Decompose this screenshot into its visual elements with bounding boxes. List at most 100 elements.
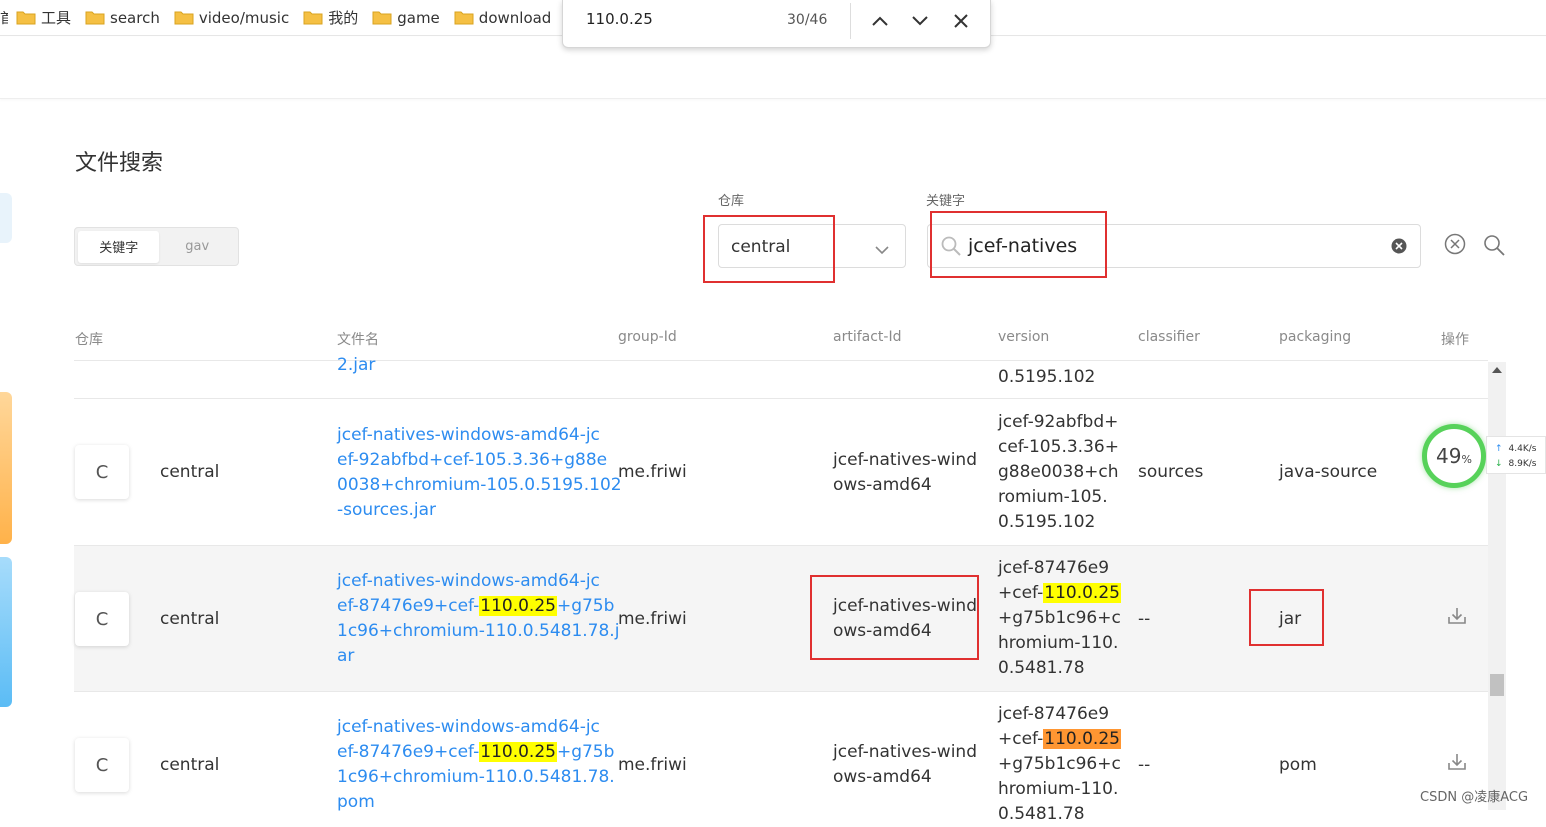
filename-link[interactable]: 2.jar xyxy=(337,353,375,378)
mode-keyword-option[interactable]: 关键字 xyxy=(78,230,160,263)
repo-select[interactable]: central xyxy=(718,224,906,268)
bookmark-label: 工具 xyxy=(41,9,72,27)
filename-link[interactable]: jcef-natives-windows-amd64-jc ef-87476e9… xyxy=(337,715,615,815)
version-line: romium-105. xyxy=(998,487,1108,507)
col-header-group-id: group-Id xyxy=(618,329,677,345)
find-highlight: 110.0.25 xyxy=(1043,583,1121,603)
keyword-input-value: jcef-natives xyxy=(968,235,1078,257)
bookmark-label: search xyxy=(110,8,160,27)
artifact-line: jcef-natives-wind xyxy=(833,450,978,470)
bookmark-mine[interactable]: 我的 xyxy=(303,7,358,28)
table-row: C central jcef-natives-windows-amd64-jc … xyxy=(74,399,1488,546)
find-bar: 30/46 xyxy=(562,0,991,48)
repo-cell: central xyxy=(160,462,220,482)
col-header-classifier: classifier xyxy=(1138,329,1200,345)
repo-avatar: C xyxy=(75,592,129,646)
repo-cell: central xyxy=(160,609,220,629)
close-icon xyxy=(954,14,968,28)
version-fragment: +cef- xyxy=(998,583,1044,603)
find-divider xyxy=(850,3,851,39)
mode-gav-option[interactable]: gav xyxy=(159,231,235,263)
side-widget-tab[interactable] xyxy=(0,193,12,243)
find-previous-button[interactable] xyxy=(866,8,894,34)
table-row: C central jcef-natives-windows-amd64-jc … xyxy=(74,546,1488,692)
group-id-cell: me.friwi xyxy=(618,462,687,482)
bookmark-label: video/music xyxy=(198,8,290,27)
bookmark-cut-off[interactable]: 首 xyxy=(0,8,8,28)
repo-select-value: central xyxy=(731,237,791,257)
bookmark-search[interactable]: search xyxy=(85,9,160,27)
col-header-artifact-id: artifact-Id xyxy=(833,329,902,345)
upload-arrow-icon: ↑ xyxy=(1495,444,1503,454)
network-speed-widget[interactable]: 49% ↑ 4.4K/s ↓ 8.9K/s xyxy=(1422,424,1546,490)
search-button-icon[interactable] xyxy=(1482,233,1506,261)
repo-cell: central xyxy=(160,755,220,775)
download-speed: 8.9K/s xyxy=(1508,459,1537,469)
artifact-id-cell: jcef-natives-wind ows-amd64 xyxy=(833,448,977,498)
find-next-button[interactable] xyxy=(906,8,934,34)
side-widget-tab[interactable] xyxy=(0,392,12,544)
repo-avatar: C xyxy=(75,738,129,792)
filename-fragment: ef-87476e9+cef- xyxy=(337,596,480,616)
download-icon[interactable] xyxy=(1447,752,1467,776)
filename-fragment: +g75b xyxy=(556,596,615,616)
version-line: +cef-110.0.25 xyxy=(998,727,1121,752)
version-line: 0.5481.78 xyxy=(998,658,1085,678)
find-highlight: 110.0.25 xyxy=(479,742,557,762)
bookmark-game[interactable]: game xyxy=(372,9,440,27)
keyword-input[interactable]: jcef-natives xyxy=(927,224,1421,268)
artifact-id-cell: jcef-natives-wind ows-amd64 xyxy=(833,740,977,790)
scrollbar-thumb[interactable] xyxy=(1490,674,1504,696)
filename-line: ef-87476e9+cef-110.0.25+g75b xyxy=(337,594,619,619)
version-line: +cef-110.0.25 xyxy=(998,581,1121,606)
bookmark-tools[interactable]: 工具 xyxy=(16,7,71,28)
artifact-line: jcef-natives-wind xyxy=(833,742,978,762)
packaging-cell: pom xyxy=(1279,755,1317,775)
version-line: jcef-87476e9 xyxy=(998,704,1110,724)
classifier-cell: sources xyxy=(1138,462,1204,482)
scroll-up-arrow-icon[interactable] xyxy=(1488,366,1506,380)
filename-line: 1c96+chromium-110.0.5481.78.j xyxy=(337,621,620,641)
filename-line: jcef-natives-windows-amd64-jc xyxy=(337,571,600,591)
version-cell: jcef-92abfbd+ cef-105.3.36+ g88e0038+ch … xyxy=(998,410,1119,535)
side-widget-tab[interactable] xyxy=(0,557,12,707)
find-close-button[interactable] xyxy=(947,8,975,34)
filename-link[interactable]: jcef-natives-windows-amd64-jc ef-92abfbd… xyxy=(337,423,622,523)
download-icon[interactable] xyxy=(1447,606,1467,630)
upload-speed: 4.4K/s xyxy=(1508,444,1537,454)
keyword-field-label: 关键字 xyxy=(926,194,966,209)
version-line: +g75b1c96+c xyxy=(998,754,1121,774)
filename-line: ar xyxy=(337,646,355,666)
bookmark-label: game xyxy=(397,8,440,27)
chevron-up-icon xyxy=(872,16,888,26)
bookmark-video-music[interactable]: video/music xyxy=(174,9,289,27)
filename-line: ef-87476e9+cef-110.0.25+g75b xyxy=(337,740,615,765)
version-line: jcef-87476e9 xyxy=(998,558,1110,578)
page-title: 文件搜索 xyxy=(75,151,164,176)
filename-line: 1c96+chromium-110.0.5481.78. xyxy=(337,767,615,787)
search-mode-toggle: 关键字 gav xyxy=(74,227,239,266)
folder-icon xyxy=(16,10,36,25)
version-line: 0.5481.78 xyxy=(998,804,1085,824)
find-input[interactable] xyxy=(586,10,766,28)
bookmark-download[interactable]: download xyxy=(454,8,552,27)
network-ring: 49% xyxy=(1422,424,1486,488)
download-arrow-icon: ↓ xyxy=(1495,459,1503,469)
table-row: 2.jar 0.5195.102 xyxy=(74,355,1488,399)
repo-avatar: C xyxy=(75,445,129,499)
clear-input-icon[interactable] xyxy=(1391,238,1407,258)
folder-icon xyxy=(454,10,474,25)
find-highlight: 110.0.25 xyxy=(479,596,557,616)
bookmark-label: 我的 xyxy=(328,9,359,27)
chevron-down-icon xyxy=(912,16,928,26)
col-header-filename: 文件名 xyxy=(337,332,379,348)
artifact-line: ows-amd64 xyxy=(833,621,932,641)
bookmark-label: download xyxy=(478,8,552,27)
filename-link[interactable]: jcef-natives-windows-amd64-jc ef-87476e9… xyxy=(337,569,619,669)
version-line: 0.5195.102 xyxy=(998,512,1096,532)
network-speed-panel: ↑ 4.4K/s ↓ 8.9K/s xyxy=(1486,436,1546,474)
artifact-line: ows-amd64 xyxy=(833,767,932,787)
version-line: hromium-110. xyxy=(998,779,1119,799)
reset-icon[interactable] xyxy=(1444,233,1466,259)
watermark: CSDN @凌康ACG xyxy=(1420,790,1529,805)
